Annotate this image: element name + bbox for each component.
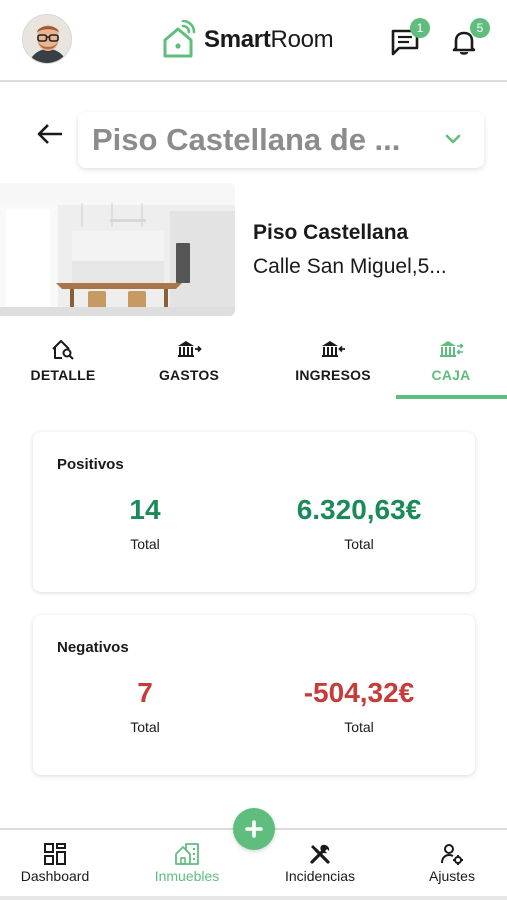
property-photo bbox=[0, 183, 235, 316]
logo-text: SmartRoom bbox=[204, 26, 334, 54]
tab-label: INGRESOS bbox=[295, 367, 371, 383]
arrow-left-icon bbox=[37, 124, 62, 144]
messages-badge: 1 bbox=[410, 18, 430, 38]
positivos-count-stat: 14 Total bbox=[55, 494, 235, 552]
notifications-badge: 5 bbox=[470, 18, 490, 38]
smartroom-logo[interactable]: SmartRoom bbox=[162, 18, 334, 62]
positivos-count: 14 bbox=[129, 494, 161, 525]
positivos-amount-label: Total bbox=[344, 536, 374, 552]
nav-dashboard[interactable]: Dashboard bbox=[0, 830, 118, 898]
bank-transfer-icon bbox=[440, 341, 464, 357]
top-bar: SmartRoom 1 5 bbox=[0, 0, 507, 82]
tab-label: DETALLE bbox=[30, 367, 96, 383]
house-search-icon bbox=[52, 340, 74, 360]
positivos-count-label: Total bbox=[130, 536, 160, 552]
negativos-title: Negativos bbox=[57, 639, 129, 656]
tab-gastos[interactable]: GASTOS bbox=[126, 332, 252, 400]
property-address: Calle San Miguel,5... bbox=[253, 255, 447, 278]
add-button[interactable] bbox=[233, 808, 275, 850]
property-selector-value: Piso Castellana de ... bbox=[92, 122, 401, 157]
negativos-amount-stat: -504,32€ Total bbox=[269, 677, 449, 735]
positivos-title: Positivos bbox=[57, 456, 124, 473]
smart-home-logo-icon bbox=[163, 20, 196, 58]
chevron-down-icon bbox=[445, 134, 461, 144]
nav-label: Dashboard bbox=[20, 868, 90, 884]
messages-button[interactable]: 1 bbox=[390, 18, 430, 56]
tab-ingresos[interactable]: INGRESOS bbox=[270, 332, 396, 400]
logo-text-bold: Smart bbox=[204, 26, 271, 53]
negativos-amount: -504,32€ bbox=[303, 677, 415, 708]
property-summary: Piso Castellana Calle San Miguel,5... bbox=[0, 183, 507, 317]
negativos-card: Negativos 7 Total -504,32€ Total bbox=[33, 615, 475, 775]
negativos-amount-label: Total bbox=[344, 719, 374, 735]
property-selector[interactable]: Piso Castellana de ... bbox=[78, 112, 484, 168]
nav-ajustes[interactable]: Ajustes bbox=[389, 830, 507, 898]
nav-label: Inmuebles bbox=[154, 868, 220, 884]
user-settings-icon bbox=[441, 844, 463, 865]
bank-in-icon bbox=[322, 341, 345, 357]
negativos-count-label: Total bbox=[130, 719, 160, 735]
positivos-card: Positivos 14 Total 6.320,63€ Total bbox=[33, 432, 475, 592]
nav-inmuebles[interactable]: Inmuebles bbox=[124, 830, 250, 898]
tab-detalle[interactable]: DETALLE bbox=[0, 332, 126, 400]
nav-incidencias[interactable]: Incidencias bbox=[257, 830, 383, 898]
property-name: Piso Castellana bbox=[253, 221, 409, 244]
home-indicator-bar bbox=[0, 896, 507, 900]
negativos-count: 7 bbox=[137, 677, 153, 708]
active-tab-indicator bbox=[396, 395, 507, 399]
tools-icon bbox=[310, 844, 330, 864]
plus-icon bbox=[245, 820, 263, 838]
positivos-amount: 6.320,63€ bbox=[296, 494, 422, 525]
user-avatar[interactable] bbox=[22, 14, 72, 64]
notifications-button[interactable]: 5 bbox=[450, 18, 490, 56]
tab-caja[interactable]: CAJA bbox=[388, 332, 507, 400]
buildings-icon bbox=[175, 843, 199, 865]
bank-out-icon bbox=[178, 341, 202, 357]
negativos-count-stat: 7 Total bbox=[55, 677, 235, 735]
property-title-bar: Piso Castellana de ... bbox=[0, 108, 507, 168]
property-tabs: DETALLE GASTOS INGRESOS CAJA bbox=[0, 332, 507, 400]
nav-label: Incidencias bbox=[284, 868, 356, 884]
tab-label: CAJA bbox=[431, 367, 471, 383]
logo-text-regular: Room bbox=[270, 26, 334, 53]
back-button[interactable] bbox=[34, 118, 66, 150]
tab-label: GASTOS bbox=[158, 367, 220, 383]
nav-label: Ajustes bbox=[429, 868, 475, 884]
grid-icon bbox=[44, 843, 66, 865]
positivos-amount-stat: 6.320,63€ Total bbox=[269, 494, 449, 552]
